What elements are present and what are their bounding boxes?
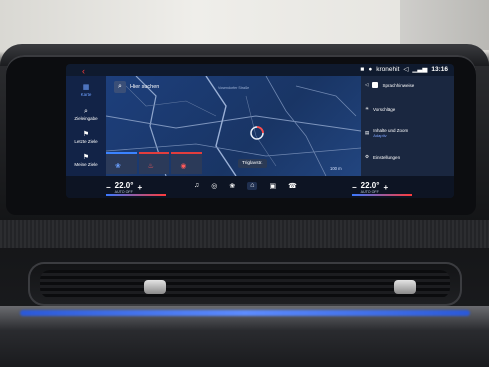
search-field[interactable]: ⌕ Hier suchen (114, 81, 188, 93)
search-icon: ⌕ (114, 81, 126, 93)
phone-icon[interactable]: ☎ (288, 182, 297, 190)
climate-dock-bar: − 22.0° AUTO OFF + ♫ ◎ ❀ ⌂ ▣ ☎ − 22.0° A… (66, 176, 454, 198)
left-navigation: ▦ Karte ⌕ Zieleingabe ⚑ Letzte Ziele ⚑ M… (66, 76, 106, 176)
gear-icon: ⚙ (365, 154, 370, 159)
dashboard-trim (0, 220, 489, 248)
map-icon: ▦ (82, 84, 90, 91)
home-icon[interactable]: ⌂ (247, 182, 258, 190)
history-icon: ⚑ (82, 131, 90, 138)
map-street-label: Vosendorfer Straße (218, 86, 250, 90)
checkbox-sprachhinweise[interactable] (372, 82, 379, 88)
status-bar: ■ ● kronehit ◁ ▁▃▅ 13:16 (360, 65, 448, 74)
infotainment-display: ‹ ■ ● kronehit ◁ ▁▃▅ 13:16 ▦ Karte ⌕ Zie… (66, 64, 454, 198)
option-einstellungen[interactable]: ⚙ Einstellungen (365, 154, 400, 160)
quick-cards: ❀ ♨ ◉ (106, 152, 203, 174)
profile-icon[interactable]: ● (368, 66, 372, 73)
vent-knob-left[interactable] (144, 280, 166, 294)
right-temp-bar (352, 194, 412, 196)
quick-card-fan[interactable]: ❀ (106, 152, 137, 174)
option-inhalte-zoom[interactable]: ▤ Inhalte und Zoom Adaptiv (365, 128, 408, 138)
right-temp-minus[interactable]: − (352, 183, 357, 192)
nav-item-letzte-ziele[interactable]: ⚑ Letzte Ziele (66, 131, 106, 144)
option-vorschlaege[interactable]: ☀ Vorschläge (365, 106, 395, 112)
option-inhalte-zoom-sub: Adaptiv (373, 133, 387, 138)
compass-icon[interactable]: ◎ (211, 182, 217, 190)
status-profile-name[interactable]: kronehit (376, 66, 399, 73)
road-badge: Triglavstr. (238, 159, 267, 168)
star-icon: ⚑ (82, 154, 90, 161)
map-options-panel: ◁ Sprachhinweise ☀ Vorschläge ▤ Inhalte … (361, 76, 454, 176)
steering-heat-icon: ◉ (180, 163, 187, 170)
trash-icon: ■ (360, 65, 365, 73)
music-icon[interactable]: ♫ (194, 182, 199, 190)
search-icon: ⌕ (84, 108, 88, 115)
nav-item-karte[interactable]: ▦ Karte (66, 84, 106, 97)
bulb-icon: ☀ (365, 106, 370, 111)
quick-card-steering-heat[interactable]: ◉ (171, 152, 203, 174)
quick-card-seat-heat[interactable]: ♨ (138, 152, 170, 174)
nav-item-meine-ziele[interactable]: ⚑ Meine Ziele (66, 154, 106, 167)
top-status-strip: ‹ ■ ● kronehit ◁ ▁▃▅ 13:16 (66, 64, 454, 77)
air-vent-slats (40, 270, 450, 298)
search-placeholder: Hier suchen (130, 84, 160, 90)
status-time: 13:16 (431, 65, 448, 73)
left-temp-plus[interactable]: + (137, 183, 142, 192)
app-dock: ♫ ◎ ❀ ⌂ ▣ ☎ (194, 182, 297, 190)
background-wall (0, 0, 489, 50)
signal-icon: ▁▃▅ (412, 66, 428, 73)
apps-icon[interactable]: ▣ (269, 182, 276, 190)
left-temp-minus[interactable]: − (106, 183, 111, 192)
nav-item-zieleingabe[interactable]: ⌕ Zieleingabe (66, 108, 106, 121)
layers-icon: ▤ (365, 130, 370, 135)
left-temp-bar (106, 194, 166, 196)
seat-heat-icon: ♨ (147, 163, 154, 170)
option-sprachhinweise[interactable]: ◁ Sprachhinweise (365, 82, 414, 88)
left-temp-value[interactable]: 22.0° (115, 181, 134, 190)
climate-left: − 22.0° AUTO OFF + (106, 181, 142, 194)
right-temp-value[interactable]: 22.0° (361, 181, 380, 190)
fan-icon[interactable]: ❀ (229, 182, 235, 190)
climate-right: − 22.0° AUTO OFF + (352, 181, 388, 194)
right-temp-plus[interactable]: + (383, 183, 388, 192)
map-scale: 100 m (330, 166, 342, 171)
chevron-left-icon[interactable]: ‹ (82, 66, 85, 76)
ambient-light-strip (20, 310, 470, 316)
vent-knob-right[interactable] (394, 280, 416, 294)
speaker-icon: ◁ (365, 82, 369, 87)
volume-icon: ◁ (403, 66, 409, 73)
fan-icon: ❀ (115, 163, 121, 170)
